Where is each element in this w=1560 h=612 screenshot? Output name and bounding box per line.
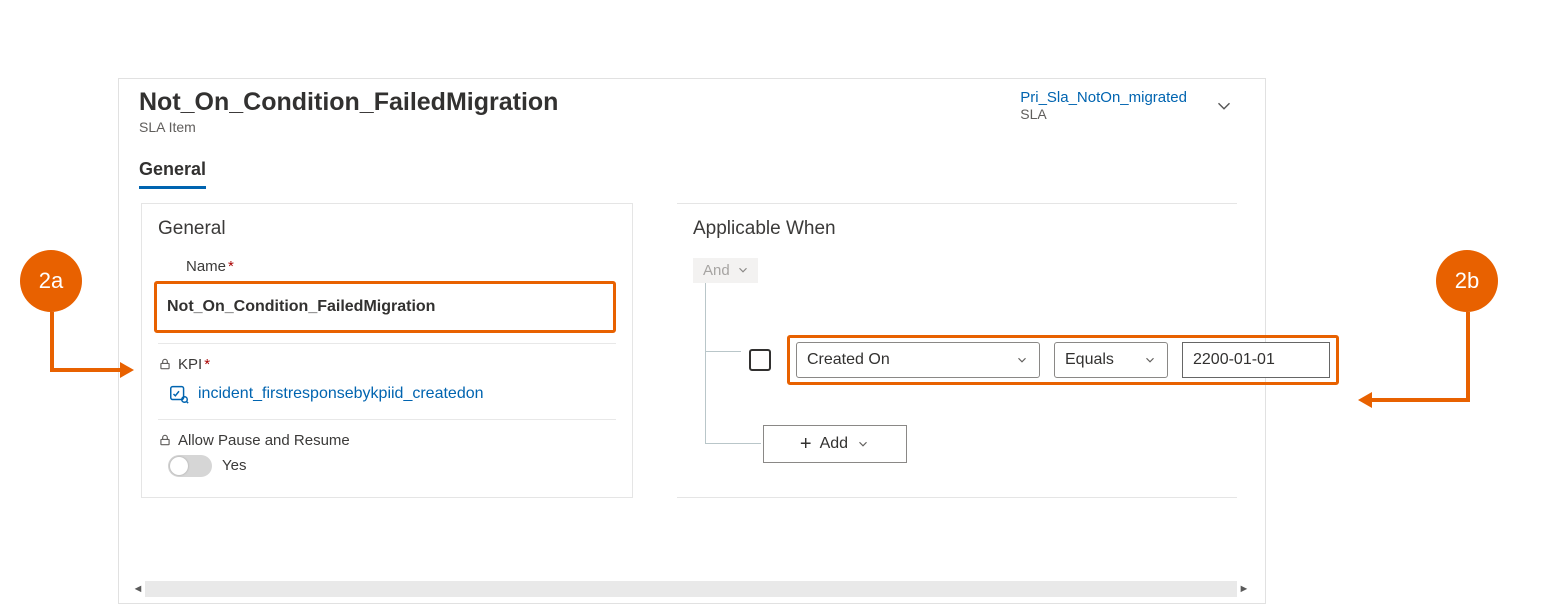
entity-type-label: SLA Item [139, 119, 1020, 135]
kpi-label-text: KPI [178, 356, 202, 373]
header: Not_On_Condition_FailedMigration SLA Ite… [119, 79, 1265, 135]
name-field-label: Name* [158, 258, 616, 275]
chevron-down-icon [1015, 353, 1029, 367]
condition-tree: Created On Equals 2200-01- [699, 283, 1221, 483]
sla-item-card: Not_On_Condition_FailedMigration SLA Ite… [118, 78, 1266, 604]
add-condition-button[interactable]: + Add [763, 425, 907, 463]
condition-field-select[interactable]: Created On [796, 342, 1040, 378]
tree-connector [705, 443, 761, 444]
callout-arrow-line [50, 312, 54, 370]
condition-highlight: Created On Equals 2200-01- [787, 335, 1339, 385]
condition-value-input[interactable]: 2200-01-01 [1182, 342, 1330, 378]
header-right[interactable]: Pri_Sla_NotOn_migrated SLA [1020, 89, 1245, 135]
header-left: Not_On_Condition_FailedMigration SLA Ite… [139, 89, 1020, 135]
scroll-left-icon[interactable]: ◄ [131, 583, 145, 595]
kpi-entity-icon [168, 383, 190, 405]
name-field-highlight: Not_On_Condition_FailedMigration [154, 281, 616, 333]
scroll-right-icon[interactable]: ► [1237, 583, 1251, 595]
allow-pause-toggle-row: Yes [158, 449, 616, 477]
lock-icon [158, 357, 172, 371]
general-panel-title: General [158, 218, 616, 240]
condition-row: Created On Equals 2200-01- [743, 329, 1345, 391]
page-title: Not_On_Condition_FailedMigration [139, 89, 1020, 117]
add-button-label: Add [820, 435, 848, 453]
condition-field-text: Created On [807, 351, 890, 369]
chevron-down-icon [736, 263, 750, 277]
callout-arrow-line [50, 368, 122, 372]
callout-arrow-line [1466, 312, 1470, 400]
kpi-link[interactable]: incident_firstresponsebykpiid_createdon [198, 385, 484, 403]
toggle-knob [170, 457, 188, 475]
condition-operator-select[interactable]: Equals [1054, 342, 1168, 378]
name-field-value[interactable]: Not_On_Condition_FailedMigration [157, 284, 613, 330]
tree-connector [705, 351, 741, 352]
applicable-when-title: Applicable When [693, 218, 1221, 240]
condition-operator-text: Equals [1065, 351, 1114, 369]
parent-sla-label: SLA [1020, 106, 1187, 122]
divider [158, 343, 616, 344]
allow-pause-label: Allow Pause and Resume [158, 432, 616, 449]
name-label-text: Name [186, 258, 226, 275]
allow-pause-toggle[interactable] [168, 455, 212, 477]
parent-sla-link[interactable]: Pri_Sla_NotOn_migrated [1020, 89, 1187, 106]
group-operator[interactable]: And [693, 258, 758, 283]
toggle-state-text: Yes [222, 457, 246, 474]
group-operator-text: And [703, 262, 730, 279]
chevron-down-icon[interactable] [1213, 95, 1235, 122]
chevron-down-icon [856, 437, 870, 451]
required-mark: * [204, 356, 210, 373]
allow-pause-label-text: Allow Pause and Resume [178, 432, 350, 449]
scroll-track[interactable] [145, 581, 1237, 597]
callout-arrow-line [1370, 398, 1470, 402]
condition-value-text: 2200-01-01 [1193, 351, 1275, 369]
kpi-field-label: KPI* [158, 356, 616, 373]
tab-general[interactable]: General [139, 159, 206, 189]
divider [158, 419, 616, 420]
tree-connector [705, 283, 706, 443]
general-panel: General Name* Not_On_Condition_FailedMig… [141, 203, 633, 498]
tab-strip: General [119, 135, 1265, 189]
callout-badge-2a: 2a [20, 250, 82, 312]
chevron-down-icon [1143, 353, 1157, 367]
required-mark: * [228, 258, 234, 275]
condition-checkbox[interactable] [749, 349, 771, 371]
horizontal-scrollbar[interactable]: ◄ ► [131, 581, 1251, 597]
panels: General Name* Not_On_Condition_FailedMig… [119, 189, 1265, 498]
applicable-when-panel: Applicable When And Created On [677, 203, 1237, 498]
callout-arrow-head [120, 362, 134, 378]
lock-icon [158, 433, 172, 447]
plus-icon: + [800, 434, 812, 454]
kpi-field-row: incident_firstresponsebykpiid_createdon [158, 373, 616, 419]
callout-badge-2b: 2b [1436, 250, 1498, 312]
callout-arrow-head [1358, 392, 1372, 408]
